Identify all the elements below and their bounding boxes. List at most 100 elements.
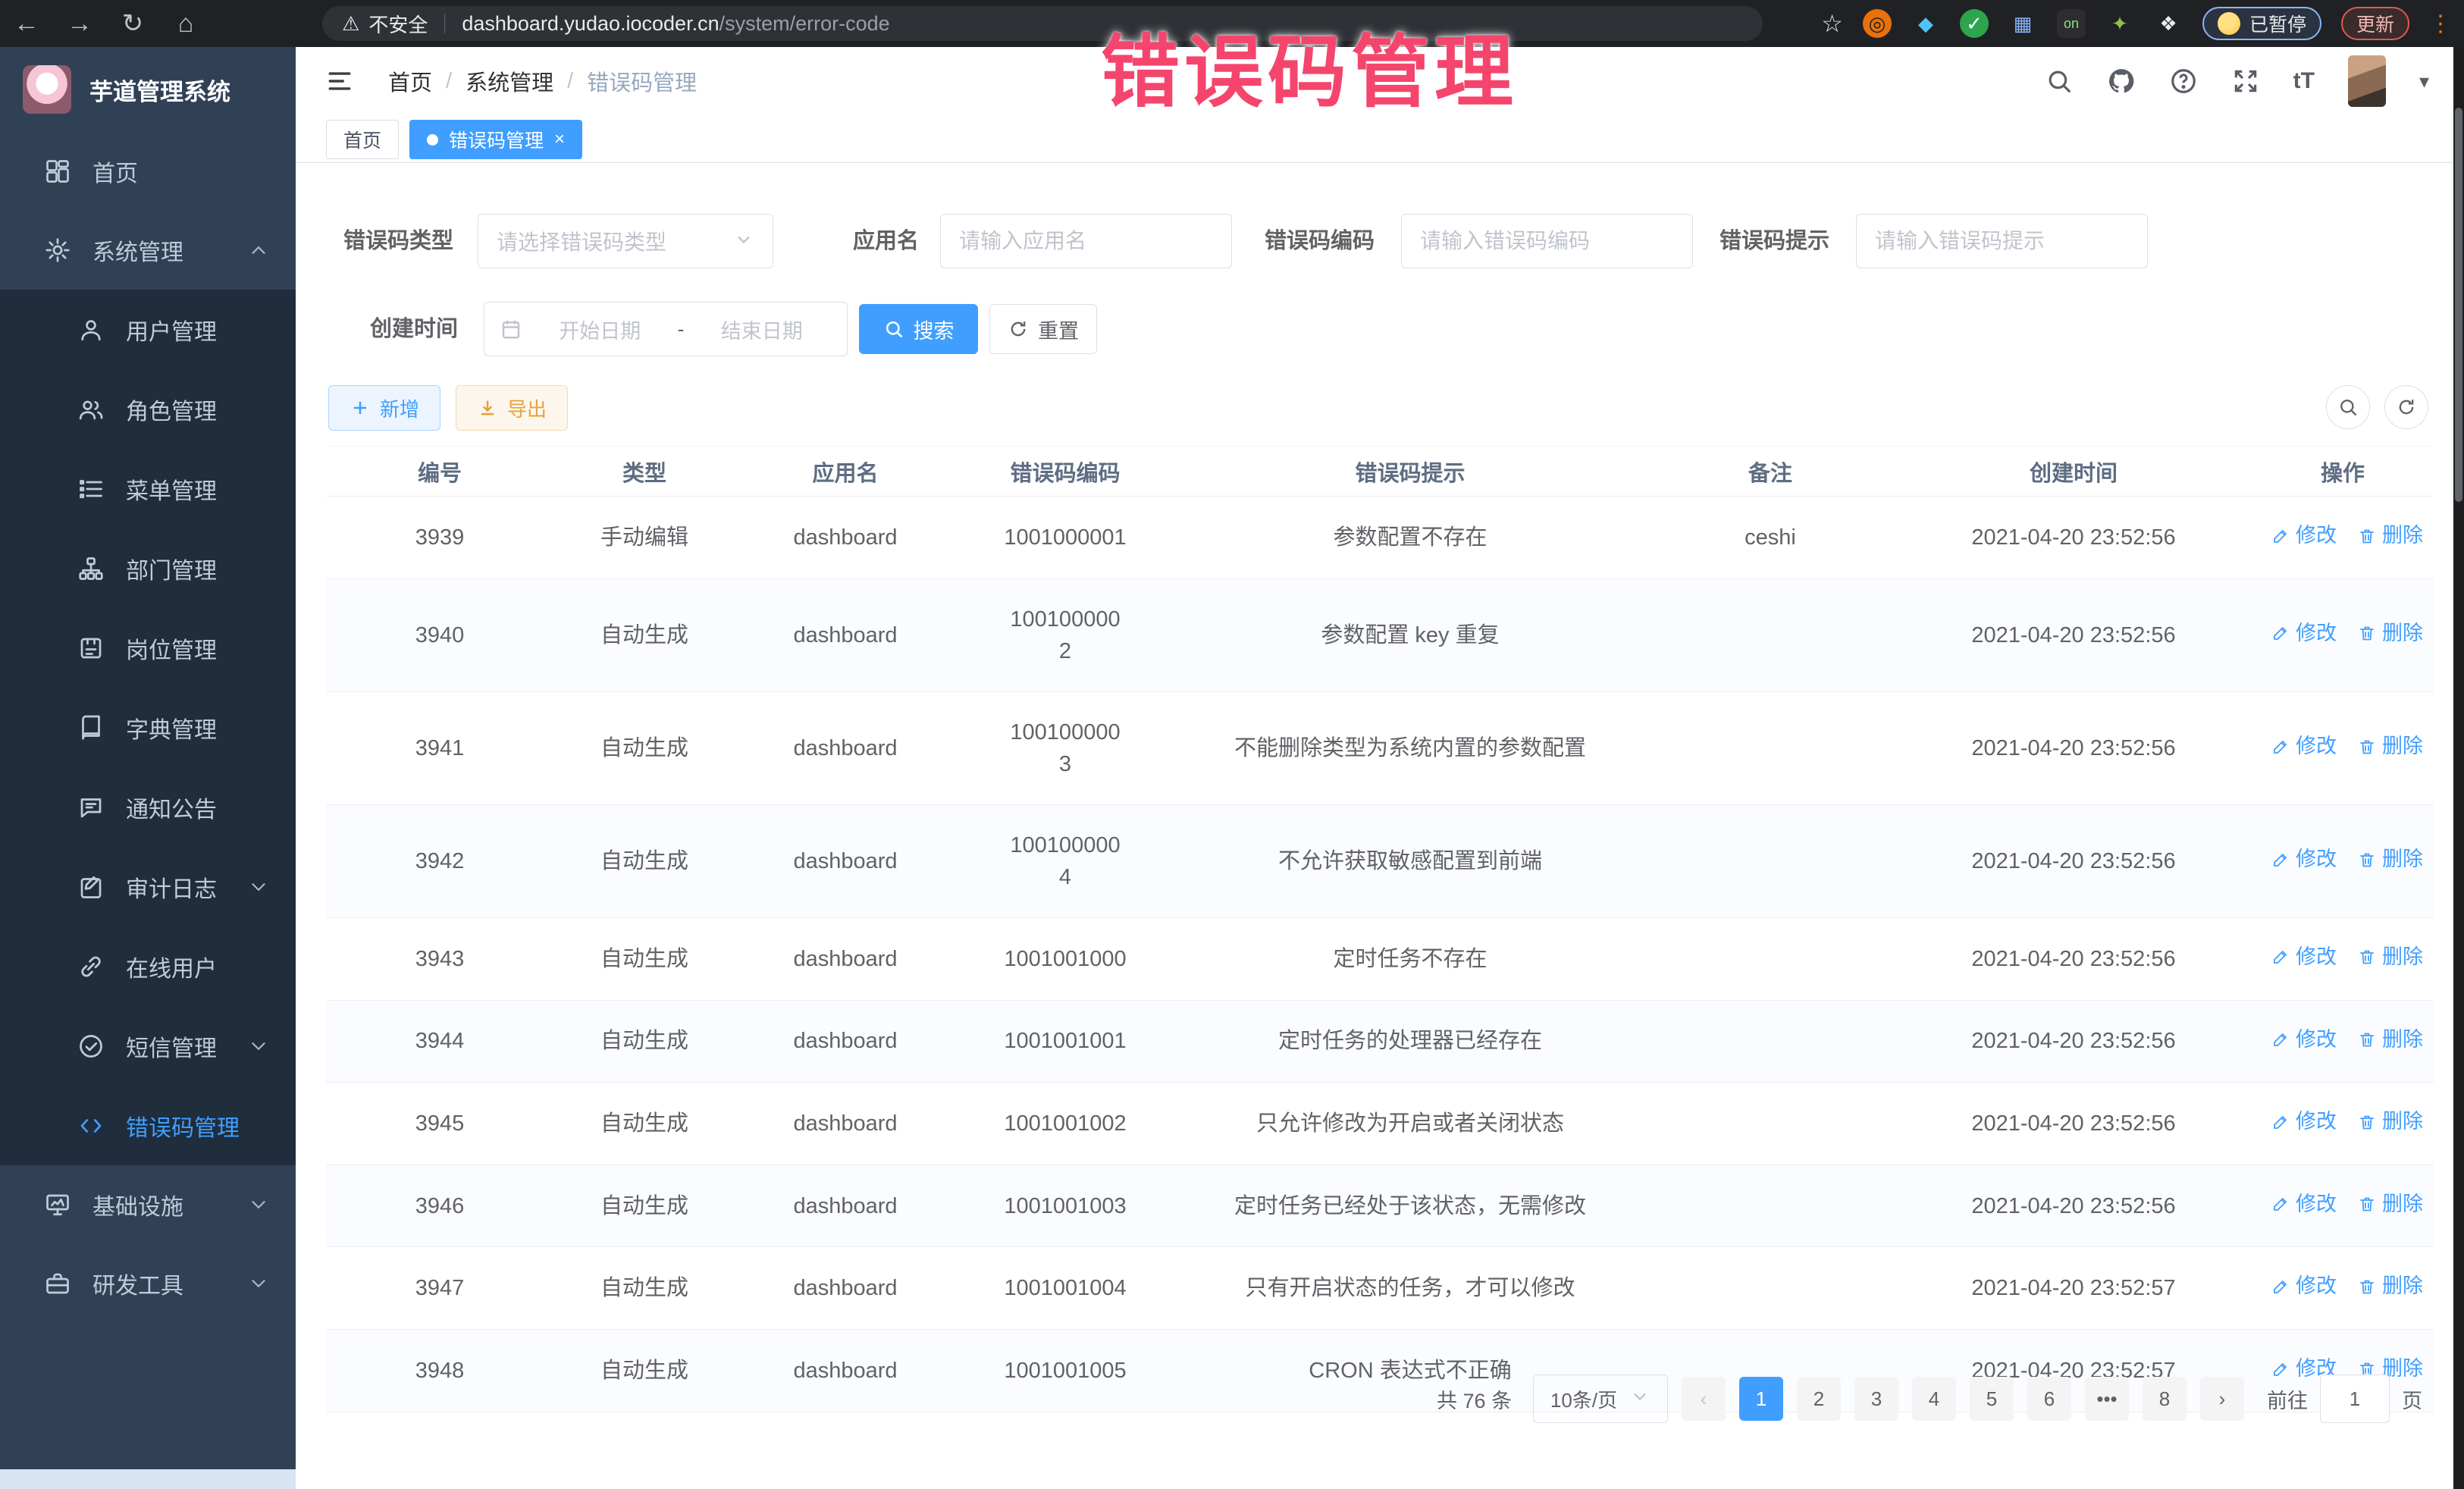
edit-link[interactable]: 修改	[2271, 845, 2337, 874]
cell-memo	[1645, 917, 1895, 1000]
page-button-8[interactable]: 8	[2143, 1377, 2187, 1421]
page-button-6[interactable]: 6	[2027, 1377, 2071, 1421]
delete-link[interactable]: 删除	[2358, 942, 2423, 972]
add-button[interactable]: 新增	[328, 385, 440, 431]
toggle-search-button[interactable]	[2326, 385, 2370, 429]
app-name-input[interactable]	[940, 214, 1232, 268]
browser-back-icon[interactable]: ←	[0, 9, 53, 39]
sidebar-item-system[interactable]: 系统管理	[0, 211, 296, 290]
extension-orange-icon[interactable]: ◎	[1863, 9, 1892, 38]
delete-link[interactable]: 删除	[2358, 845, 2423, 874]
vertical-scrollbar[interactable]	[2453, 47, 2464, 1489]
cell-code: 1001001002	[955, 1083, 1175, 1165]
delete-link[interactable]: 删除	[2358, 619, 2423, 648]
sidebar-item-dept[interactable]: 部门管理	[0, 528, 296, 608]
github-icon[interactable]	[2107, 67, 2136, 96]
column-header: 错误码编码	[955, 447, 1175, 497]
sidebar-item-dev-tools[interactable]: 研发工具	[0, 1244, 296, 1323]
sidebar-item-user[interactable]: 用户管理	[0, 290, 296, 369]
breadcrumb-current: 错误码管理	[587, 65, 697, 97]
edit-link[interactable]: 修改	[2271, 1025, 2337, 1055]
error-code-input[interactable]	[1401, 214, 1693, 268]
date-range-picker[interactable]: 开始日期 - 结束日期	[484, 302, 848, 356]
delete-link[interactable]: 删除	[2358, 732, 2423, 761]
sidebar-item-role[interactable]: 角色管理	[0, 369, 296, 449]
page-button-3[interactable]: 3	[1854, 1377, 1898, 1421]
cell-memo	[1645, 1000, 1895, 1083]
edit-link[interactable]: 修改	[2271, 1107, 2337, 1136]
edit-link[interactable]: 修改	[2271, 942, 2337, 972]
breadcrumb-home[interactable]: 首页	[388, 65, 432, 97]
hamburger-icon[interactable]	[324, 68, 355, 94]
page-button-5[interactable]: 5	[1970, 1377, 2014, 1421]
breadcrumb-system[interactable]: 系统管理	[466, 65, 553, 97]
error-type-select[interactable]: 请选择错误码类型	[478, 214, 773, 268]
edit-link[interactable]: 修改	[2271, 1190, 2337, 1219]
fullscreen-icon[interactable]	[2231, 67, 2260, 96]
page-size-select[interactable]: 10条/页	[1533, 1375, 1668, 1423]
edit-link[interactable]: 修改	[2271, 619, 2337, 648]
browser-reload-icon[interactable]: ↻	[106, 8, 159, 39]
sidebar-item-error-code[interactable]: 错误码管理	[0, 1086, 296, 1165]
error-message-input[interactable]	[1856, 214, 2148, 268]
browser-home-icon[interactable]: ⌂	[159, 9, 212, 39]
extension-check-icon[interactable]: ✓	[1960, 9, 1989, 38]
search-button[interactable]: 搜索	[859, 304, 978, 354]
extension-on-badge-icon[interactable]: on	[2057, 9, 2086, 38]
sidebar-item-menu[interactable]: 菜单管理	[0, 449, 296, 528]
sidebar-item-sms[interactable]: 短信管理	[0, 1006, 296, 1086]
browser-profile-chip[interactable]: 已暂停	[2202, 7, 2321, 40]
page-button-2[interactable]: 2	[1797, 1377, 1841, 1421]
extension-key-icon[interactable]: ✦	[2105, 9, 2134, 38]
search-icon[interactable]	[2045, 67, 2074, 96]
browser-menu-kebab-icon[interactable]: ⋮	[2429, 11, 2453, 37]
extension-puzzle-icon[interactable]: ❖	[2154, 9, 2183, 38]
sidebar-item-post[interactable]: 岗位管理	[0, 608, 296, 688]
sidebar-item-home[interactable]: 首页	[0, 132, 296, 211]
browser-address-bar[interactable]: ⚠ 不安全 dashboard.yudao.iocoder.cn/system/…	[322, 6, 1763, 41]
close-icon[interactable]: ×	[554, 129, 565, 150]
browser-update-button[interactable]: 更新	[2341, 7, 2409, 40]
more-pages-button[interactable]: •••	[2085, 1377, 2129, 1421]
page-button-4[interactable]: 4	[1912, 1377, 1956, 1421]
extension-gem-icon[interactable]: ◆	[1911, 9, 1940, 38]
cell-id: 3946	[326, 1165, 553, 1247]
scrollbar-thumb[interactable]	[2455, 108, 2462, 502]
goto-page-input[interactable]	[2320, 1375, 2390, 1423]
font-size-icon[interactable]: tT	[2293, 68, 2315, 94]
delete-link[interactable]: 删除	[2358, 1190, 2423, 1219]
sidebar-item-dict[interactable]: 字典管理	[0, 688, 296, 767]
delete-link[interactable]: 删除	[2358, 1107, 2423, 1136]
browser-forward-icon[interactable]: →	[53, 9, 106, 39]
export-button[interactable]: 导出	[456, 385, 568, 431]
edit-link[interactable]: 修改	[2271, 521, 2337, 550]
refresh-button[interactable]	[2384, 385, 2428, 429]
sidebar-item-notice[interactable]: 通知公告	[0, 767, 296, 847]
edit-link[interactable]: 修改	[2271, 732, 2337, 761]
app-logo-row[interactable]: 芋道管理系统	[0, 47, 296, 132]
prev-page-button[interactable]: ‹	[1682, 1377, 1726, 1421]
cell-type: 自动生成	[553, 691, 735, 804]
page-button-1[interactable]: 1	[1739, 1377, 1783, 1421]
sidebar-item-infra[interactable]: 基础设施	[0, 1165, 296, 1244]
code-icon	[77, 1112, 105, 1139]
edit-link[interactable]: 修改	[2271, 1271, 2337, 1301]
cell-code: 1001000004	[955, 804, 1175, 917]
chevron-down-icon[interactable]: ▾	[2419, 70, 2429, 93]
tab-home[interactable]: 首页	[326, 120, 399, 159]
tab-error-code[interactable]: 错误码管理 ×	[409, 120, 582, 159]
reset-button[interactable]: 重置	[989, 304, 1097, 354]
delete-link[interactable]: 删除	[2358, 521, 2423, 550]
extension-grid-icon[interactable]: ▦	[2008, 9, 2037, 38]
sidebar-item-label: 审计日志	[126, 870, 217, 904]
sidebar-item-audit-log[interactable]: 审计日志	[0, 847, 296, 926]
next-page-button[interactable]: ›	[2200, 1377, 2244, 1421]
bookmark-star-icon[interactable]: ☆	[1821, 9, 1843, 38]
avatar[interactable]	[2348, 55, 2386, 107]
sidebar-item-online-user[interactable]: 在线用户	[0, 926, 296, 1006]
update-button-label: 更新	[2356, 10, 2394, 37]
help-icon[interactable]	[2169, 67, 2198, 96]
delete-link[interactable]: 删除	[2358, 1271, 2423, 1301]
column-header: 编号	[326, 447, 553, 497]
delete-link[interactable]: 删除	[2358, 1025, 2423, 1055]
